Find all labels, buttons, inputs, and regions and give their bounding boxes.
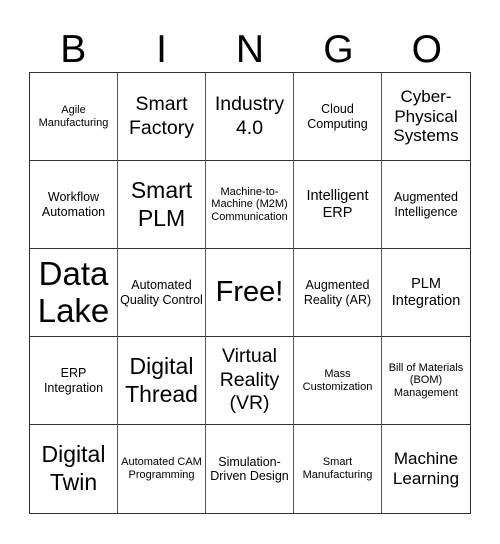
bingo-grid: Agile Manufacturing Smart Factory Indust… [29,72,471,514]
bingo-cell[interactable]: Bill of Materials (BOM) Management [382,337,470,425]
bingo-cell[interactable]: Automated Quality Control [118,249,206,337]
bingo-cell[interactable]: Smart PLM [118,161,206,249]
header-letter-o: O [411,28,442,71]
bingo-cell[interactable]: Intelligent ERP [294,161,382,249]
bingo-cell[interactable]: Smart Manufacturing [294,425,382,513]
bingo-cell[interactable]: Mass Customization [294,337,382,425]
bingo-cell[interactable]: Augmented Reality (AR) [294,249,382,337]
bingo-cell[interactable]: Machine Learning [382,425,470,513]
free-space[interactable]: Free! [206,249,294,337]
bingo-cell[interactable]: Digital Thread [118,337,206,425]
bingo-cell[interactable]: Augmented Intelligence [382,161,470,249]
bingo-cell[interactable]: Industry 4.0 [206,73,294,161]
header-letter-g: G [323,28,354,71]
bingo-cell[interactable]: Virtual Reality (VR) [206,337,294,425]
bingo-cell[interactable]: Cloud Computing [294,73,382,161]
bingo-cell[interactable]: Data Lake [30,249,118,337]
bingo-cell[interactable]: ERP Integration [30,337,118,425]
bingo-header: B I N G O [29,28,471,72]
bingo-cell[interactable]: Simulation-Driven Design [206,425,294,513]
bingo-cell[interactable]: Automated CAM Programming [118,425,206,513]
bingo-cell[interactable]: Workflow Automation [30,161,118,249]
bingo-cell[interactable]: Agile Manufacturing [30,73,118,161]
bingo-cell[interactable]: Cyber-Physical Systems [382,73,470,161]
header-letter-i: I [156,28,167,71]
bingo-cell[interactable]: Digital Twin [30,425,118,513]
header-letter-b: B [60,28,87,71]
header-letter-n: N [235,28,265,71]
bingo-cell[interactable]: Machine-to-Machine (M2M) Communication [206,161,294,249]
bingo-cell[interactable]: Smart Factory [118,73,206,161]
bingo-cell[interactable]: PLM Integration [382,249,470,337]
